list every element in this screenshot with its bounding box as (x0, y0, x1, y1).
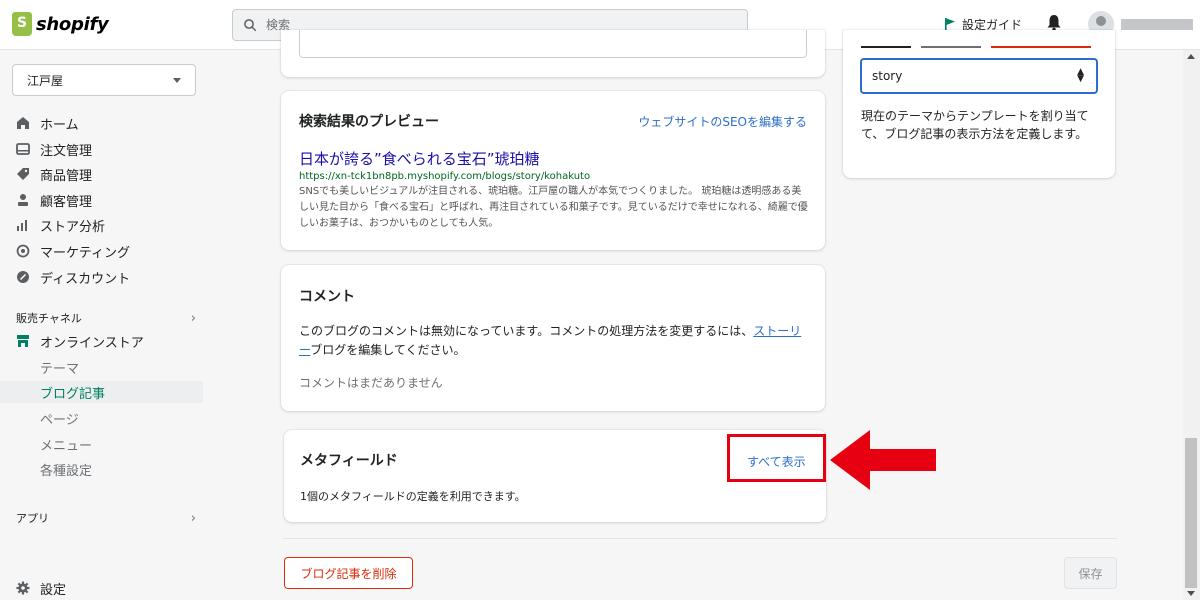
sidebar-item-analytics[interactable]: ストア分析 (16, 214, 105, 236)
sidebar-item-label: 設定 (40, 582, 67, 598)
chevron-right-icon: › (190, 510, 196, 526)
comments-disabled-text: このブログのコメントは無効になっています。コメントの処理方法を変更するには、スト… (299, 322, 809, 360)
apps-header[interactable]: アプリ › (16, 510, 196, 526)
seo-result-title: 日本が誇る”食べられる宝石”琥珀糖 (299, 150, 540, 168)
excerpt-card (281, 30, 825, 77)
chevron-right-icon: › (190, 310, 196, 326)
delete-blog-post-button[interactable]: ブログ記事を削除 (284, 557, 413, 589)
apps-label: アプリ (16, 512, 49, 525)
annotation-arrow-icon (830, 430, 936, 490)
sales-channels-header[interactable]: 販売チャネル › (16, 310, 196, 326)
caret-down-icon (173, 78, 181, 83)
edit-seo-link[interactable]: ウェブサイトのSEOを編集する (638, 113, 807, 130)
sidebar-item-label: オンラインストア (40, 335, 144, 351)
sidebar-item-label: マーケティング (40, 245, 130, 261)
sidebar-item-label: ホーム (40, 117, 79, 133)
sidebar-item-discounts[interactable]: ディスカウント (16, 266, 130, 288)
save-button[interactable]: 保存 (1064, 557, 1117, 589)
seo-preview-title: 検索結果のプレビュー (299, 114, 439, 130)
gear-icon (16, 581, 30, 595)
metafields-description: 1個のメタフィールドの定義を利用できます。 (300, 490, 526, 503)
sidebar-sub-preferences[interactable]: 各種設定 (40, 458, 92, 480)
sidebar-item-label: 商品管理 (40, 168, 93, 184)
sidebar-item-label: 注文管理 (40, 143, 93, 159)
sidebar-sub-navigation[interactable]: メニュー (40, 433, 92, 455)
logo-text: shopify (36, 13, 109, 35)
store-icon (17, 335, 29, 347)
sidebar-item-label: ストア分析 (40, 219, 106, 235)
shopify-bag-icon (12, 12, 32, 36)
sidebar-sub-themes[interactable]: テーマ (40, 356, 79, 378)
metafields-title: メタフィールド (300, 453, 398, 469)
tag-icon (17, 168, 29, 180)
template-label-cutoff (861, 44, 1091, 48)
sidebar-item-orders[interactable]: 注文管理 (16, 138, 92, 160)
marketing-icon (16, 244, 30, 258)
scrollbar[interactable] (1183, 50, 1200, 600)
select-arrows-icon: ▲ ▼ (1077, 67, 1084, 84)
comments-card: コメント このブログのコメントは無効になっています。コメントの処理方法を変更する… (281, 265, 825, 411)
excerpt-input[interactable] (299, 30, 807, 58)
template-card (843, 30, 1115, 178)
annotation-highlight-box (727, 434, 826, 482)
sidebar-item-products[interactable]: 商品管理 (16, 163, 92, 185)
template-help-text: 現在のテーマからテンプレートを割り当てて、ブログ記事の表示方法を定義します。 (861, 109, 1089, 141)
person-icon (18, 194, 28, 206)
store-name: 江戸屋 (27, 73, 64, 88)
scrollbar-thumb[interactable] (1185, 438, 1197, 588)
sidebar-item-customers[interactable]: 顧客管理 (16, 189, 92, 211)
sales-channels-label: 販売チャネル (16, 312, 82, 325)
home-icon (17, 117, 29, 129)
sidebar-item-label: ディスカウント (40, 271, 131, 287)
scroll-down-icon[interactable] (1187, 591, 1195, 596)
sidebar-item-online-store[interactable]: オンラインストア (16, 330, 144, 352)
template-select[interactable]: story ▲ ▼ (860, 58, 1098, 94)
comments-text-after: ブログを編集してください。 (310, 343, 466, 357)
footer-divider (283, 538, 1117, 539)
sidebar-sub-blog-posts[interactable]: ブログ記事 (0, 381, 203, 403)
store-selector[interactable]: 江戸屋 (12, 64, 196, 96)
seo-result-description: SNSでも美しいビジュアルが注目される、琥珀糖。江戸屋の職人が本気でつくりました… (299, 186, 808, 229)
sidebar-sub-pages[interactable]: ページ (40, 407, 79, 429)
seo-result-url: https://xn-tck1bn8pb.myshopify.com/blogs… (299, 171, 591, 182)
sidebar: 江戸屋 ホーム 注文管理 商品管理 顧客管理 ストア分析 マーケティング ディス… (0, 50, 210, 600)
comments-title: コメント (299, 289, 355, 305)
sidebar-item-marketing[interactable]: マーケティング (16, 240, 130, 262)
sidebar-item-home[interactable]: ホーム (16, 112, 79, 134)
seo-preview-card: 検索結果のプレビュー ウェブサイトのSEOを編集する 日本が誇る”食べられる宝石… (281, 91, 825, 250)
comments-text-before: このブログのコメントは無効になっています。コメントの処理方法を変更するには、 (299, 324, 754, 338)
comments-empty-text: コメントはまだありません (299, 376, 443, 390)
sidebar-item-label: 顧客管理 (40, 194, 93, 210)
sidebar-item-settings[interactable]: 設定 (16, 577, 66, 599)
analytics-icon (17, 220, 27, 231)
discount-icon (17, 271, 29, 283)
shopify-logo[interactable]: shopify (12, 12, 109, 36)
scroll-up-icon[interactable] (1187, 54, 1195, 59)
search-icon (244, 18, 257, 31)
username-redacted (1121, 19, 1193, 30)
orders-icon (16, 143, 30, 155)
template-selected-value: story (872, 69, 903, 83)
